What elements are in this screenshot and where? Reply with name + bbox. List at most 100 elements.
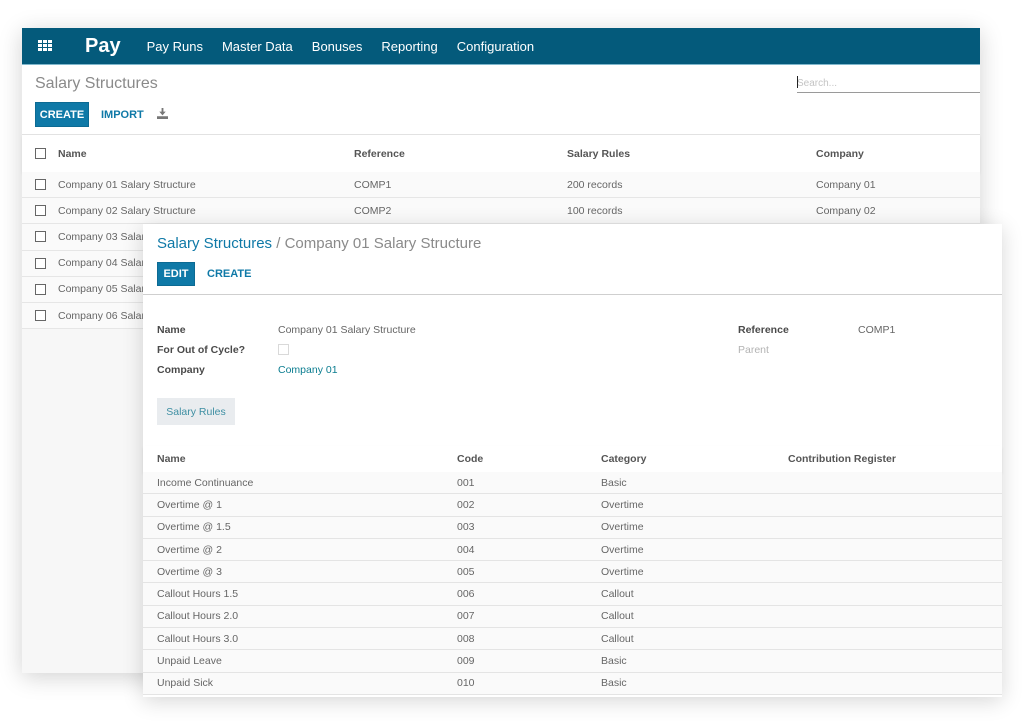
table-header: Name Reference Salary Rules Company (22, 135, 980, 172)
cell-rule-code: 005 (457, 565, 475, 578)
cell-name: Company 05 Salar (58, 283, 145, 296)
cell-rule-name: Overtime @ 2 (157, 543, 222, 556)
cell-rule-code: 007 (457, 610, 475, 623)
cell-rule-category: Callout (601, 610, 634, 623)
cell-name: Company 03 Salar (58, 230, 145, 243)
reference-value: COMP1 (858, 324, 896, 336)
column-header-salary-rules[interactable]: Salary Rules (567, 148, 630, 160)
row-checkbox[interactable] (35, 231, 46, 243)
cell-rule-name: Overtime @ 1.5 (157, 521, 231, 534)
column-header-contribution-register: Contribution Register (788, 453, 896, 465)
cell-rule-name: Income Continuance (157, 476, 254, 489)
cell-rule-code: 006 (457, 588, 475, 601)
cell-rule-name: Unpaid Sick (157, 677, 214, 690)
column-header-category: Category (601, 453, 647, 465)
cell-rule-name: Callout Hours 2.0 (157, 610, 239, 623)
salary-rules-table: Name Code Category Contribution Register… (143, 446, 1002, 695)
rule-row[interactable]: Unpaid Leave 009 Basic (143, 650, 1002, 673)
row-checkbox[interactable] (35, 310, 46, 322)
rule-row[interactable]: Overtime @ 1.5 003 Overtime (143, 516, 1002, 539)
cell-rule-category: Overtime (601, 521, 644, 534)
row-checkbox[interactable] (35, 205, 46, 217)
column-header-company[interactable]: Company (816, 148, 864, 160)
company-label: Company (157, 364, 205, 376)
cell-rule-name: Unpaid Leave (157, 655, 222, 668)
cell-rule-category: Callout (601, 588, 634, 601)
cell-rule-category: Overtime (601, 565, 644, 578)
edit-button[interactable]: EDIT (157, 262, 195, 286)
cell-reference: COMP1 (354, 178, 392, 191)
rule-row[interactable]: Overtime @ 2 004 Overtime (143, 538, 1002, 562)
cell-rule-name: Overtime @ 3 (157, 565, 222, 578)
menu-pay-runs[interactable]: Pay Runs (147, 39, 203, 54)
form-control-panel: Salary Structures / Company 01 Salary St… (143, 224, 1002, 295)
name-value: Company 01 Salary Structure (278, 324, 416, 336)
cell-name: Company 02 Salary Structure (58, 204, 196, 217)
row-checkbox[interactable] (35, 179, 46, 191)
download-icon[interactable] (157, 108, 168, 119)
cell-salary-rules: 100 records (567, 204, 623, 217)
menu-master-data[interactable]: Master Data (222, 39, 293, 54)
menu-bonuses[interactable]: Bonuses (312, 39, 363, 54)
reference-label: Reference (738, 324, 789, 336)
cell-rule-code: 001 (457, 476, 475, 489)
page-title: Salary Structures (35, 75, 158, 92)
cell-name: Company 01 Salary Structure (58, 178, 196, 191)
out-of-cycle-label: For Out of Cycle? (157, 344, 246, 356)
rules-table-header: Name Code Category Contribution Register (143, 446, 1002, 472)
cell-rule-code: 004 (457, 543, 475, 556)
apps-grid-icon[interactable] (38, 40, 52, 52)
select-all-checkbox[interactable] (35, 148, 46, 159)
column-header-code: Code (457, 453, 484, 465)
cell-rule-category: Basic (601, 655, 627, 668)
column-header-reference[interactable]: Reference (354, 148, 405, 160)
row-checkbox[interactable] (35, 283, 46, 295)
cell-rule-name: Callout Hours 3.0 (157, 632, 239, 645)
cell-salary-rules: 200 records (567, 178, 623, 191)
import-button[interactable]: IMPORT (101, 109, 144, 121)
rule-row[interactable]: Callout Hours 3.0 008 Callout (143, 628, 1002, 651)
menu-configuration[interactable]: Configuration (457, 39, 534, 54)
search-input[interactable] (797, 74, 980, 93)
cell-rule-category: Overtime (601, 498, 644, 511)
cell-rule-category: Callout (601, 632, 634, 645)
cell-rule-category: Overtime (601, 543, 644, 556)
main-menu: Pay Runs Master Data Bonuses Reporting C… (147, 39, 553, 54)
top-navbar: Pay Pay Runs Master Data Bonuses Reporti… (22, 28, 980, 65)
name-label: Name (157, 324, 186, 336)
create-button[interactable]: CREATE (207, 268, 251, 280)
cell-name: Company 04 Salar (58, 257, 145, 270)
cell-rule-code: 010 (457, 677, 475, 690)
rule-row[interactable]: Income Continuance 001 Basic (143, 472, 1002, 495)
cell-rule-code: 003 (457, 521, 475, 534)
table-row[interactable]: Company 01 Salary Structure COMP1 200 reco… (22, 172, 980, 199)
rule-row[interactable]: Overtime @ 1 002 Overtime (143, 494, 1002, 517)
cell-rule-category: Basic (601, 476, 627, 489)
cell-company: Company 02 (816, 204, 876, 217)
rule-row[interactable]: Callout Hours 2.0 007 Callout (143, 605, 1002, 629)
column-header-name[interactable]: Name (58, 148, 87, 160)
company-link[interactable]: Company 01 (278, 364, 338, 376)
cell-rule-code: 009 (457, 655, 475, 668)
row-checkbox[interactable] (35, 257, 46, 269)
cell-rule-code: 002 (457, 498, 475, 511)
form-view-window: Salary Structures / Company 01 Salary St… (143, 224, 1002, 697)
cell-rule-code: 008 (457, 632, 475, 645)
out-of-cycle-checkbox[interactable] (278, 344, 289, 355)
table-row[interactable]: Company 02 Salary Structure COMP2 100 reco… (22, 198, 980, 225)
rule-row[interactable]: Overtime @ 3 005 Overtime (143, 561, 1002, 584)
column-header-name: Name (157, 453, 186, 465)
breadcrumb-current: Company 01 Salary Structure (284, 235, 482, 252)
cell-reference: COMP2 (354, 204, 392, 217)
rule-row[interactable]: Callout Hours 1.5 006 Callout (143, 583, 1002, 606)
cell-company: Company 01 (816, 178, 876, 191)
breadcrumb: Salary Structures / Company 01 Salary St… (157, 235, 481, 252)
tab-salary-rules[interactable]: Salary Rules (157, 398, 235, 425)
cell-rule-name: Overtime @ 1 (157, 498, 222, 511)
app-brand[interactable]: Pay (85, 35, 121, 58)
breadcrumb-parent-link[interactable]: Salary Structures (157, 235, 272, 252)
create-button[interactable]: CREATE (35, 102, 89, 127)
menu-reporting[interactable]: Reporting (381, 39, 437, 54)
rule-row[interactable]: Unpaid Sick 010 Basic (143, 672, 1002, 695)
cell-rule-name: Callout Hours 1.5 (157, 588, 239, 601)
